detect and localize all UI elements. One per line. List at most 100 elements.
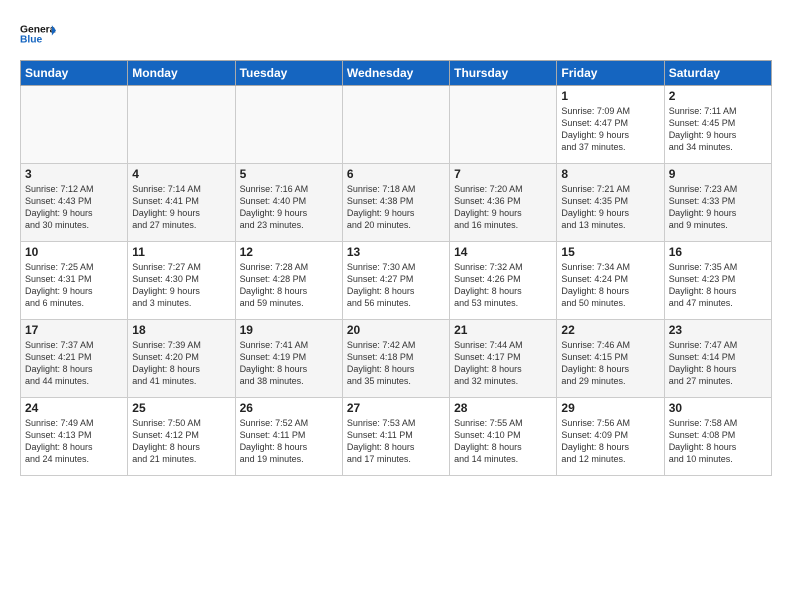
day-detail: Sunrise: 7:25 AM Sunset: 4:31 PM Dayligh…	[25, 261, 123, 310]
day-detail: Sunrise: 7:14 AM Sunset: 4:41 PM Dayligh…	[132, 183, 230, 232]
calendar-cell: 24 Sunrise: 7:49 AM Sunset: 4:13 PM Dayli…	[21, 398, 128, 476]
week-row-3: 10Sunrise: 7:25 AM Sunset: 4:31 PM Dayli…	[21, 242, 772, 320]
day-detail: Sunrise: 7:32 AM Sunset: 4:26 PM Dayligh…	[454, 261, 552, 310]
day-detail: Sunrise: 7:55 AM Sunset: 4:10 PM Dayligh…	[454, 417, 552, 466]
calendar-cell: 22 Sunrise: 7:46 AM Sunset: 4:15 PM Dayli…	[557, 320, 664, 398]
calendar-cell: 12 Sunrise: 7:28 AM Sunset: 4:28 PM Dayli…	[235, 242, 342, 320]
weekday-header-saturday: Saturday	[664, 61, 771, 86]
week-row-1: 1 Sunrise: 7:09 AM Sunset: 4:47 PM Daylig…	[21, 86, 772, 164]
day-number: 24	[25, 401, 123, 415]
day-detail: Sunrise: 7:46 AM Sunset: 4:15 PM Dayligh…	[561, 339, 659, 388]
calendar-cell: 21Sunrise: 7:44 AM Sunset: 4:17 PM Dayli…	[450, 320, 557, 398]
day-detail: Sunrise: 7:30 AM Sunset: 4:27 PM Dayligh…	[347, 261, 445, 310]
calendar-cell: 27 Sunrise: 7:53 AM Sunset: 4:11 PM Dayli…	[342, 398, 449, 476]
weekday-header-thursday: Thursday	[450, 61, 557, 86]
day-number: 22	[561, 323, 659, 337]
header: General Blue	[20, 16, 772, 52]
calendar-cell: 4Sunrise: 7:14 AM Sunset: 4:41 PM Daylig…	[128, 164, 235, 242]
calendar-cell	[128, 86, 235, 164]
day-number: 30	[669, 401, 767, 415]
day-detail: Sunrise: 7:11 AM Sunset: 4:45 PM Dayligh…	[669, 105, 767, 154]
day-number: 8	[561, 167, 659, 181]
day-number: 14	[454, 245, 552, 259]
day-detail: Sunrise: 7:18 AM Sunset: 4:38 PM Dayligh…	[347, 183, 445, 232]
day-detail: Sunrise: 7:52 AM Sunset: 4:11 PM Dayligh…	[240, 417, 338, 466]
day-detail: Sunrise: 7:42 AM Sunset: 4:18 PM Dayligh…	[347, 339, 445, 388]
calendar-cell: 13 Sunrise: 7:30 AM Sunset: 4:27 PM Dayli…	[342, 242, 449, 320]
calendar-cell: 14 Sunrise: 7:32 AM Sunset: 4:26 PM Dayli…	[450, 242, 557, 320]
calendar-cell: 15Sunrise: 7:34 AM Sunset: 4:24 PM Dayli…	[557, 242, 664, 320]
day-detail: Sunrise: 7:20 AM Sunset: 4:36 PM Dayligh…	[454, 183, 552, 232]
day-number: 1	[561, 89, 659, 103]
calendar-cell	[450, 86, 557, 164]
calendar-cell: 23 Sunrise: 7:47 AM Sunset: 4:14 PM Dayli…	[664, 320, 771, 398]
day-detail: Sunrise: 7:50 AM Sunset: 4:12 PM Dayligh…	[132, 417, 230, 466]
day-number: 29	[561, 401, 659, 415]
day-number: 11	[132, 245, 230, 259]
calendar-cell: 3 Sunrise: 7:12 AM Sunset: 4:43 PM Daylig…	[21, 164, 128, 242]
calendar-cell: 9 Sunrise: 7:23 AM Sunset: 4:33 PM Daylig…	[664, 164, 771, 242]
weekday-header-row: SundayMondayTuesdayWednesdayThursdayFrid…	[21, 61, 772, 86]
day-detail: Sunrise: 7:49 AM Sunset: 4:13 PM Dayligh…	[25, 417, 123, 466]
calendar-cell: 18 Sunrise: 7:39 AM Sunset: 4:20 PM Dayli…	[128, 320, 235, 398]
day-number: 9	[669, 167, 767, 181]
day-detail: Sunrise: 7:58 AM Sunset: 4:08 PM Dayligh…	[669, 417, 767, 466]
calendar-cell	[235, 86, 342, 164]
day-detail: Sunrise: 7:56 AM Sunset: 4:09 PM Dayligh…	[561, 417, 659, 466]
calendar-cell: 26 Sunrise: 7:52 AM Sunset: 4:11 PM Dayli…	[235, 398, 342, 476]
calendar-cell: 16Sunrise: 7:35 AM Sunset: 4:23 PM Dayli…	[664, 242, 771, 320]
day-detail: Sunrise: 7:09 AM Sunset: 4:47 PM Dayligh…	[561, 105, 659, 154]
day-detail: Sunrise: 7:12 AM Sunset: 4:43 PM Dayligh…	[25, 183, 123, 232]
day-number: 23	[669, 323, 767, 337]
day-number: 13	[347, 245, 445, 259]
day-number: 21	[454, 323, 552, 337]
calendar-table: SundayMondayTuesdayWednesdayThursdayFrid…	[20, 60, 772, 476]
day-number: 19	[240, 323, 338, 337]
day-number: 15	[561, 245, 659, 259]
calendar-cell: 29 Sunrise: 7:56 AM Sunset: 4:09 PM Dayli…	[557, 398, 664, 476]
calendar-cell: 8 Sunrise: 7:21 AM Sunset: 4:35 PM Daylig…	[557, 164, 664, 242]
week-row-4: 17Sunrise: 7:37 AM Sunset: 4:21 PM Dayli…	[21, 320, 772, 398]
day-detail: Sunrise: 7:16 AM Sunset: 4:40 PM Dayligh…	[240, 183, 338, 232]
day-number: 12	[240, 245, 338, 259]
week-row-5: 24 Sunrise: 7:49 AM Sunset: 4:13 PM Dayli…	[21, 398, 772, 476]
day-number: 2	[669, 89, 767, 103]
calendar-cell	[342, 86, 449, 164]
logo-svg: General Blue	[20, 16, 56, 52]
calendar-cell: 20Sunrise: 7:42 AM Sunset: 4:18 PM Dayli…	[342, 320, 449, 398]
svg-text:Blue: Blue	[20, 35, 43, 46]
day-detail: Sunrise: 7:23 AM Sunset: 4:33 PM Dayligh…	[669, 183, 767, 232]
day-number: 16	[669, 245, 767, 259]
calendar-cell: 25 Sunrise: 7:50 AM Sunset: 4:12 PM Dayli…	[128, 398, 235, 476]
calendar-page: General Blue SundayMondayTuesdayWednesda…	[0, 0, 792, 612]
day-number: 18	[132, 323, 230, 337]
calendar-cell: 11 Sunrise: 7:27 AM Sunset: 4:30 PM Dayli…	[128, 242, 235, 320]
day-number: 7	[454, 167, 552, 181]
calendar-cell	[21, 86, 128, 164]
day-number: 27	[347, 401, 445, 415]
weekday-header-sunday: Sunday	[21, 61, 128, 86]
day-detail: Sunrise: 7:53 AM Sunset: 4:11 PM Dayligh…	[347, 417, 445, 466]
day-detail: Sunrise: 7:37 AM Sunset: 4:21 PM Dayligh…	[25, 339, 123, 388]
day-detail: Sunrise: 7:41 AM Sunset: 4:19 PM Dayligh…	[240, 339, 338, 388]
day-detail: Sunrise: 7:47 AM Sunset: 4:14 PM Dayligh…	[669, 339, 767, 388]
day-number: 3	[25, 167, 123, 181]
week-row-2: 3 Sunrise: 7:12 AM Sunset: 4:43 PM Daylig…	[21, 164, 772, 242]
calendar-cell: 10Sunrise: 7:25 AM Sunset: 4:31 PM Dayli…	[21, 242, 128, 320]
logo: General Blue	[20, 16, 56, 52]
day-number: 25	[132, 401, 230, 415]
day-detail: Sunrise: 7:39 AM Sunset: 4:20 PM Dayligh…	[132, 339, 230, 388]
day-detail: Sunrise: 7:27 AM Sunset: 4:30 PM Dayligh…	[132, 261, 230, 310]
day-detail: Sunrise: 7:21 AM Sunset: 4:35 PM Dayligh…	[561, 183, 659, 232]
calendar-cell: 19 Sunrise: 7:41 AM Sunset: 4:19 PM Dayli…	[235, 320, 342, 398]
day-detail: Sunrise: 7:28 AM Sunset: 4:28 PM Dayligh…	[240, 261, 338, 310]
weekday-header-tuesday: Tuesday	[235, 61, 342, 86]
weekday-header-wednesday: Wednesday	[342, 61, 449, 86]
calendar-cell: 5Sunrise: 7:16 AM Sunset: 4:40 PM Daylig…	[235, 164, 342, 242]
calendar-cell: 2 Sunrise: 7:11 AM Sunset: 4:45 PM Daylig…	[664, 86, 771, 164]
day-number: 6	[347, 167, 445, 181]
day-number: 28	[454, 401, 552, 415]
calendar-cell: 6 Sunrise: 7:18 AM Sunset: 4:38 PM Daylig…	[342, 164, 449, 242]
calendar-cell: 30 Sunrise: 7:58 AM Sunset: 4:08 PM Dayli…	[664, 398, 771, 476]
day-number: 26	[240, 401, 338, 415]
